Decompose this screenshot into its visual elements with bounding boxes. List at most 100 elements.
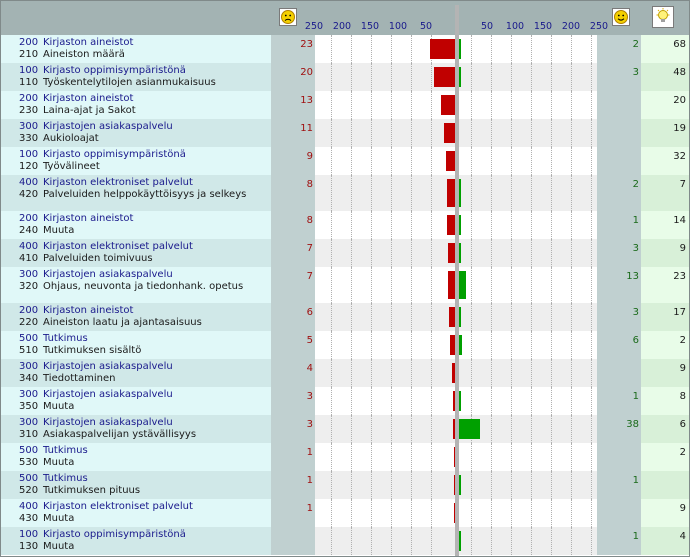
negative-count: 9 [306,151,313,162]
gridline [371,91,372,119]
gridline [411,331,412,359]
gridline [551,211,552,239]
gridline [331,35,332,63]
gridline [591,63,592,91]
gridline [591,387,592,415]
gridline [491,175,492,211]
row-label: 400 Kirjaston elektroniset palvelut 410 Pal… [1,239,271,267]
row-label: 200 Kirjaston aineistot 210 Aineiston määrä [1,35,271,63]
suggestion-count: 9 [679,243,686,254]
category-name: Kirjaston elektroniset palvelut [43,501,193,512]
row-label: 100 Kirjasto oppimisympäristönä 120 Työväli… [1,147,271,175]
gridline [471,443,472,471]
gridline [511,35,512,63]
gridline [491,211,492,239]
tick-label: 100 [505,21,525,32]
gridline [331,471,332,499]
gridline [431,119,432,147]
row-label: 200 Kirjaston aineistot 220 Aineiston laatu… [1,303,271,331]
suggestion-count-cell: 8 [641,387,689,415]
gridline [491,443,492,471]
category-code: 300 [19,269,39,280]
category-name: Kirjastojen asiakaspalvelu [43,121,173,132]
positive-count-cell: 1 [597,211,641,239]
gridline [351,267,352,303]
gridline [571,443,572,471]
gridline [591,211,592,239]
gridline [511,499,512,527]
tick-label: 50 [419,21,433,32]
gridline [511,267,512,303]
gridline [471,471,472,499]
table-row[interactable]: 400 Kirjaston elektroniset palvelut 430 Muu… [1,499,689,527]
gridline [331,303,332,331]
category-code: 300 [19,389,39,400]
table-row[interactable]: 100 Kirjasto oppimisympäristönä 110 Työsken… [1,63,689,91]
gridline [571,63,572,91]
gridline [531,471,532,499]
table-row[interactable]: 500 Tutkimus 530 Muuta 1 2 [1,443,689,471]
table-row[interactable]: 200 Kirjaston aineistot 220 Aineiston laatu… [1,303,689,331]
table-row[interactable]: 300 Kirjastojen asiakaspalvelu 330 Aukioloa… [1,119,689,147]
gridline [351,331,352,359]
table-row[interactable]: 400 Kirjaston elektroniset palvelut 410 Pal… [1,239,689,267]
row-label: 300 Kirjastojen asiakaspalvelu 330 Aukioloa… [1,119,271,147]
category-name: Kirjaston aineistot [43,213,134,224]
lightbulb-icon [652,6,674,28]
gridline [391,211,392,239]
positive-count-cell [597,499,641,527]
table-row[interactable]: 300 Kirjastojen asiakaspalvelu 310 Asiakasp… [1,415,689,443]
subcategory-code: 520 [19,484,39,496]
gridline [411,211,412,239]
category-name: Kirjaston elektroniset palvelut [43,177,193,188]
gridline [371,175,372,211]
table-row[interactable]: 500 Tutkimus 520 Tutkimuksen pituus 1 1 [1,471,689,499]
gridline [591,471,592,499]
gridline [331,175,332,211]
gridline [491,387,492,415]
category-name: Kirjastojen asiakaspalvelu [43,269,173,280]
table-row[interactable]: 300 Kirjastojen asiakaspalvelu 350 Muuta 3 1 8 [1,387,689,415]
table-row[interactable]: 300 Kirjastojen asiakaspalvelu 340 Tiedotta… [1,359,689,387]
table-row[interactable]: 100 Kirjasto oppimisympäristönä 120 Työväli… [1,147,689,175]
gridline [391,91,392,119]
gridline [531,303,532,331]
table-row[interactable]: 400 Kirjaston elektroniset palvelut 420 Pal… [1,175,689,211]
table-row[interactable]: 100 Kirjasto oppimisympäristönä 130 Muuta 1 4 [1,527,689,555]
suggestion-count-cell: 6 [641,415,689,443]
table-row[interactable]: 200 Kirjaston aineistot 210 Aineiston määrä… [1,35,689,63]
gridline [491,267,492,303]
gridline [471,331,472,359]
gridline [391,527,392,555]
gridline [531,267,532,303]
positive-count-cell: 3 [597,303,641,331]
table-row[interactable]: 200 Kirjaston aineistot 230 Laina-ajat ja S… [1,91,689,119]
gridline [571,119,572,147]
table-row[interactable]: 300 Kirjastojen asiakaspalvelu 320 Ohjaus, … [1,267,689,303]
suggestion-count: 19 [673,123,686,134]
suggestion-count: 17 [673,307,686,318]
subcategory-name: Työskentelytilojen asianmukaisuus [43,76,216,88]
negative-count-cell: 23 [271,35,315,63]
gridline [571,239,572,267]
gridline [551,119,552,147]
table-row[interactable]: 200 Kirjaston aineistot 240 Muuta 8 1 14 [1,211,689,239]
gridline [471,527,472,555]
gridline [391,331,392,359]
sad-face-icon [279,8,297,26]
positive-bar [459,39,461,59]
gridline [551,91,552,119]
negative-bar [430,39,456,59]
subcategory-code: 420 [19,188,39,200]
suggestion-count-cell: 68 [641,35,689,63]
table-row[interactable]: 500 Tutkimus 510 Tutkimuksen sisältö 5 6 2 [1,331,689,359]
negative-count-cell: 11 [271,119,315,147]
row-label: 100 Kirjasto oppimisympäristönä 110 Työsken… [1,63,271,91]
gridline [591,359,592,387]
category-name: Kirjaston elektroniset palvelut [43,241,193,252]
tick-label: 150 [533,21,553,32]
subcategory-name: Ohjaus, neuvonta ja tiedonhank. opetus [43,280,244,292]
subcategory-code: 340 [19,372,39,384]
gridline [391,303,392,331]
positive-count-cell: 6 [597,331,641,359]
